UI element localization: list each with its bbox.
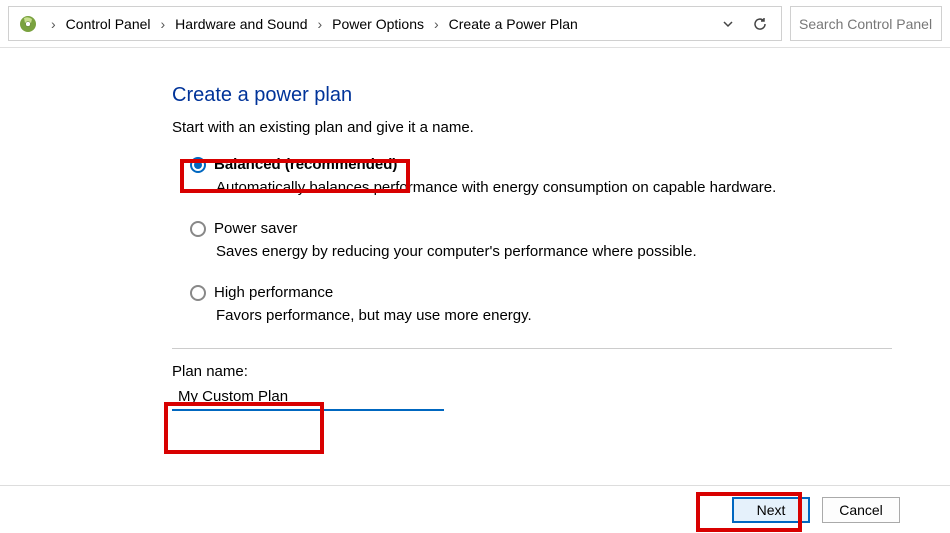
page-subtitle: Start with an existing plan and give it … bbox=[172, 119, 950, 136]
plan-option-balanced[interactable]: Balanced (recommended) Automatically bal… bbox=[172, 156, 950, 196]
breadcrumb-item-create-plan[interactable]: Create a Power Plan bbox=[445, 12, 582, 36]
search-box[interactable] bbox=[790, 6, 942, 41]
breadcrumb-item-power-options[interactable]: Power Options bbox=[328, 12, 428, 36]
refresh-icon[interactable] bbox=[751, 15, 769, 33]
divider bbox=[172, 348, 892, 349]
plan-name-input[interactable] bbox=[172, 384, 444, 411]
page-title: Create a power plan bbox=[172, 84, 950, 107]
plan-option-powersaver[interactable]: Power saver Saves energy by reducing you… bbox=[172, 220, 950, 260]
cancel-button[interactable]: Cancel bbox=[822, 497, 900, 523]
plan-label-powersaver: Power saver bbox=[214, 220, 297, 237]
content-area: Create a power plan Start with an existi… bbox=[0, 48, 950, 411]
plan-desc-balanced: Automatically balances performance with … bbox=[216, 179, 950, 196]
header-bar: › Control Panel › Hardware and Sound › P… bbox=[0, 0, 950, 48]
footer-bar: Next Cancel bbox=[0, 485, 950, 533]
breadcrumb-item-control-panel[interactable]: Control Panel bbox=[62, 12, 155, 36]
plan-name-label: Plan name: bbox=[172, 363, 950, 380]
breadcrumb-item-hardware[interactable]: Hardware and Sound bbox=[171, 12, 311, 36]
chevron-right-icon: › bbox=[428, 16, 445, 32]
plan-name-section: Plan name: bbox=[172, 363, 950, 411]
chevron-right-icon: › bbox=[45, 16, 62, 32]
plan-label-highperf: High performance bbox=[214, 284, 333, 301]
chevron-down-icon[interactable] bbox=[719, 15, 737, 33]
plan-option-highperf[interactable]: High performance Favors performance, but… bbox=[172, 284, 950, 324]
radio-powersaver[interactable] bbox=[190, 221, 206, 237]
control-panel-icon bbox=[17, 13, 39, 35]
plan-label-balanced: Balanced (recommended) bbox=[214, 156, 397, 173]
radio-highperf[interactable] bbox=[190, 285, 206, 301]
chevron-right-icon: › bbox=[155, 16, 172, 32]
chevron-right-icon: › bbox=[311, 16, 328, 32]
breadcrumb[interactable]: › Control Panel › Hardware and Sound › P… bbox=[8, 6, 782, 41]
plan-desc-powersaver: Saves energy by reducing your computer's… bbox=[216, 243, 950, 260]
radio-balanced[interactable] bbox=[190, 157, 206, 173]
plan-desc-highperf: Favors performance, but may use more ene… bbox=[216, 307, 950, 324]
next-button[interactable]: Next bbox=[732, 497, 810, 523]
search-input[interactable] bbox=[799, 16, 933, 32]
